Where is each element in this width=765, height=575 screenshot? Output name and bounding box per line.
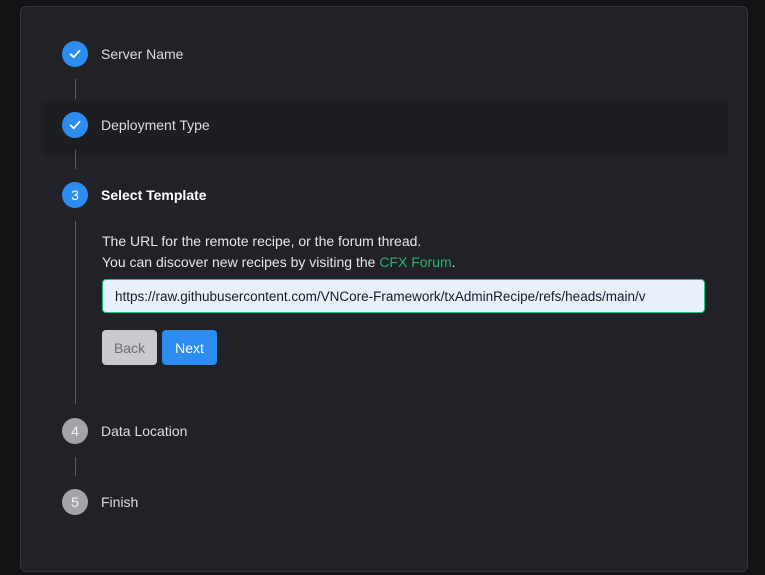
- setup-card: Server Name Deployment Type 3 Select Tem…: [20, 6, 748, 572]
- next-button[interactable]: Next: [162, 330, 217, 365]
- check-icon: [69, 49, 81, 59]
- step-label: Server Name: [101, 46, 184, 62]
- step-number-badge: 5: [62, 489, 88, 515]
- step-label: Select Template: [101, 187, 207, 203]
- back-button[interactable]: Back: [102, 330, 157, 365]
- recipe-url-input[interactable]: [102, 279, 705, 313]
- description-prefix: You can discover new recipes by visiting…: [102, 254, 380, 270]
- step-connector: [75, 79, 76, 99]
- description-line-1: The URL for the remote recipe, or the fo…: [102, 233, 422, 249]
- step-connector: [75, 457, 76, 476]
- step-number-badge: 4: [62, 418, 88, 444]
- step-label: Deployment Type: [101, 117, 210, 133]
- step-label: Data Location: [101, 423, 188, 439]
- step-label: Finish: [101, 494, 139, 510]
- description-line-2: You can discover new recipes by visiting…: [102, 252, 456, 273]
- step-connector: [75, 150, 76, 169]
- step-2-complete-indicator: [62, 112, 88, 138]
- step-1-complete-indicator: [62, 41, 88, 67]
- description-suffix: .: [451, 254, 456, 270]
- step-number-badge: 3: [62, 182, 88, 208]
- step-connector: [75, 221, 76, 404]
- check-icon: [69, 120, 81, 130]
- template-description: The URL for the remote recipe, or the fo…: [102, 231, 456, 273]
- cfx-forum-link[interactable]: CFX Forum: [379, 254, 451, 270]
